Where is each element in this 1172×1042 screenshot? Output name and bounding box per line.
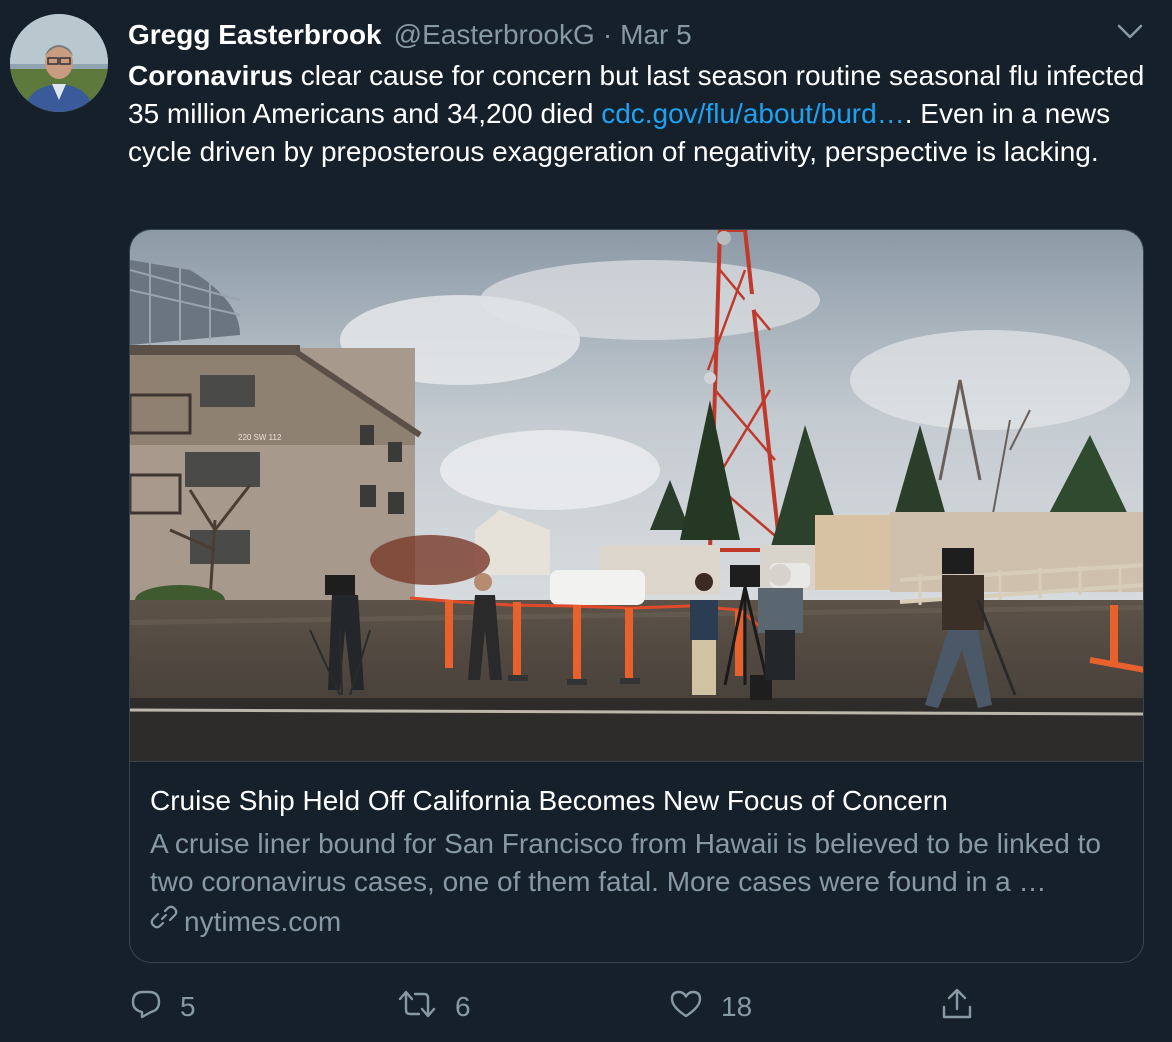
display-name[interactable]: Gregg Easterbrook <box>128 19 382 51</box>
avatar[interactable] <box>10 14 108 112</box>
chevron-down-icon[interactable] <box>1116 20 1144 42</box>
reply-icon <box>130 988 162 1027</box>
tweet-date[interactable]: Mar 5 <box>620 19 692 51</box>
share-button[interactable] <box>940 985 974 1029</box>
tweet-link[interactable]: cdc.gov/flu/about/burd… <box>601 98 905 129</box>
card-domain-text: nytimes.com <box>184 906 342 937</box>
building-sign: 220 SW 112 <box>238 433 282 442</box>
tweet: Gregg Easterbrook @EasterbrookG · Mar 5 … <box>0 0 1172 1042</box>
link-icon <box>150 903 178 941</box>
tweet-bold-lead: Coronavirus <box>128 60 293 91</box>
card-image: 220 SW 112 <box>130 230 1143 762</box>
like-icon <box>669 988 703 1027</box>
card-domain: nytimes.com <box>150 903 341 941</box>
tweet-text: Coronavirus clear cause for concern but … <box>128 57 1148 171</box>
reply-count: 5 <box>180 991 196 1022</box>
reply-button[interactable]: 5 <box>130 985 196 1029</box>
tweet-actions: 5 6 18 <box>0 985 1172 1029</box>
card-title: Cruise Ship Held Off California Becomes … <box>150 785 948 816</box>
like-count: 18 <box>721 991 753 1022</box>
like-button[interactable]: 18 <box>669 985 752 1029</box>
share-icon <box>940 987 974 1028</box>
separator-dot: · <box>602 19 613 50</box>
user-handle[interactable]: @EasterbrookG <box>394 19 595 51</box>
card-description: A cruise liner bound for San Francisco f… <box>150 828 1101 897</box>
retweet-icon <box>397 988 437 1027</box>
retweet-button[interactable]: 6 <box>397 985 471 1029</box>
retweet-count: 6 <box>455 991 471 1022</box>
tweet-header: Gregg Easterbrook @EasterbrookG · Mar 5 <box>128 15 692 55</box>
link-card[interactable]: 220 SW 112 Cruise Ship Held Off Californ… <box>129 229 1144 963</box>
